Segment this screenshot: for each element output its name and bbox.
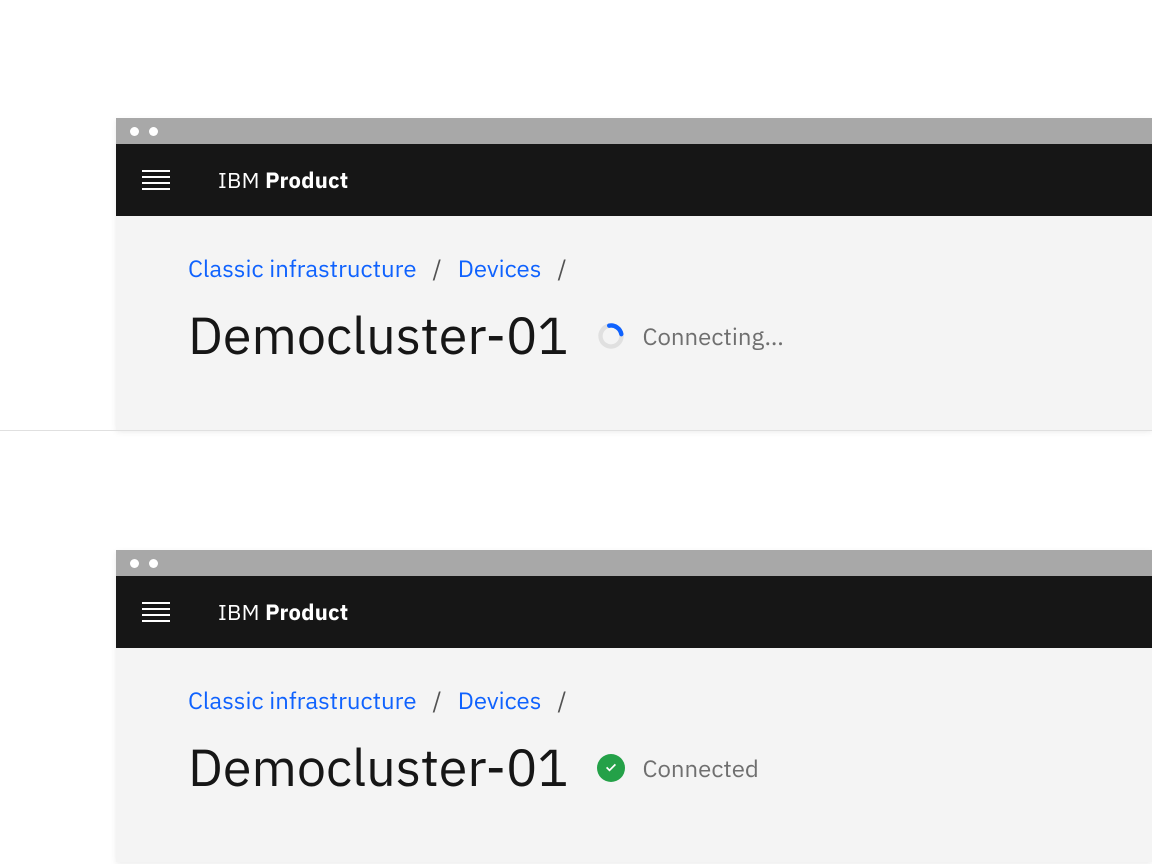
window-dot xyxy=(149,559,158,568)
window-titlebar xyxy=(116,118,1152,144)
divider xyxy=(0,430,1152,431)
app-header: IBM Product xyxy=(116,144,1152,216)
checkmark-icon xyxy=(597,754,625,782)
page-title: Democluster-01 xyxy=(188,734,569,801)
title-row: Democluster-01 Connected xyxy=(188,734,1152,801)
window-connected: IBM Product Classic infrastructure / Dev… xyxy=(116,550,1152,862)
canvas: IBM Product Classic infrastructure / Dev… xyxy=(0,0,1152,864)
status-text: Connected xyxy=(643,752,759,784)
breadcrumb-link-devices[interactable]: Devices xyxy=(458,684,542,716)
status-indicator: Connected xyxy=(597,752,759,784)
menu-icon[interactable] xyxy=(142,166,170,194)
status-text: Connecting… xyxy=(643,320,784,352)
breadcrumb-link-infrastructure[interactable]: Classic infrastructure xyxy=(188,684,417,716)
spinner-icon xyxy=(597,322,625,350)
brand: IBM Product xyxy=(218,598,348,627)
window-dot xyxy=(130,127,139,136)
window-dot xyxy=(130,559,139,568)
breadcrumb-separator: / xyxy=(433,252,442,284)
brand-prefix: IBM xyxy=(218,166,260,195)
page-content: Classic infrastructure / Devices / Democ… xyxy=(116,648,1152,801)
breadcrumb: Classic infrastructure / Devices / xyxy=(188,684,1152,716)
brand-name: Product xyxy=(265,166,348,195)
brand-prefix: IBM xyxy=(218,598,260,627)
breadcrumb-separator: / xyxy=(557,684,566,716)
breadcrumb-link-infrastructure[interactable]: Classic infrastructure xyxy=(188,252,417,284)
page-content: Classic infrastructure / Devices / Democ… xyxy=(116,216,1152,369)
page-title: Democluster-01 xyxy=(188,302,569,369)
window-connecting: IBM Product Classic infrastructure / Dev… xyxy=(116,118,1152,430)
breadcrumb-separator: / xyxy=(557,252,566,284)
brand: IBM Product xyxy=(218,166,348,195)
brand-name: Product xyxy=(265,598,348,627)
breadcrumb-separator: / xyxy=(433,684,442,716)
app-header: IBM Product xyxy=(116,576,1152,648)
status-indicator: Connecting… xyxy=(597,320,784,352)
breadcrumb-link-devices[interactable]: Devices xyxy=(458,252,542,284)
title-row: Democluster-01 Connecting… xyxy=(188,302,1152,369)
breadcrumb: Classic infrastructure / Devices / xyxy=(188,252,1152,284)
window-titlebar xyxy=(116,550,1152,576)
window-dot xyxy=(149,127,158,136)
menu-icon[interactable] xyxy=(142,598,170,626)
